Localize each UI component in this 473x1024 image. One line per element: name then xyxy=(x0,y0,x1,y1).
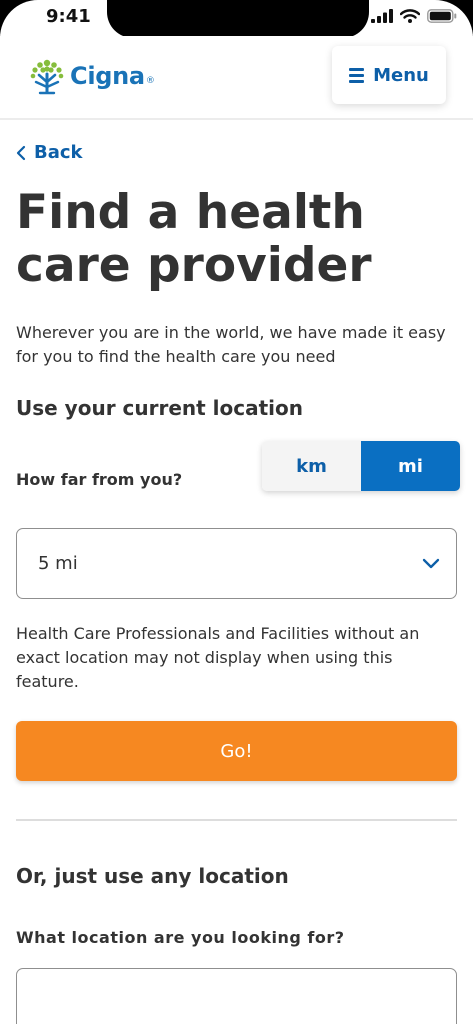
section-divider xyxy=(16,819,457,821)
status-icons xyxy=(371,9,457,23)
unit-toggle: km mi xyxy=(262,441,460,491)
back-label: Back xyxy=(34,142,83,163)
go-button[interactable]: Go! xyxy=(16,721,457,781)
any-location-heading: Or, just use any location xyxy=(16,864,289,888)
menu-label: Menu xyxy=(373,64,429,86)
status-bar: 9:41 xyxy=(0,0,473,38)
registered-mark: ® xyxy=(145,76,155,86)
location-input[interactable] xyxy=(16,968,457,1024)
logo-text: Cigna xyxy=(70,62,145,90)
status-time: 9:41 xyxy=(46,6,91,27)
device-notch xyxy=(107,0,369,38)
distance-value: 5 mi xyxy=(38,553,78,574)
page-title: Find a health care provider xyxy=(16,185,372,293)
distance-select[interactable]: 5 mi xyxy=(16,528,457,599)
back-link[interactable]: Back xyxy=(16,142,83,163)
phone-screen: 9:41 Cigna ® Menu Back Find a health car… xyxy=(0,0,473,1024)
signal-icon xyxy=(371,9,393,23)
chevron-down-icon xyxy=(422,558,440,569)
unit-mi-option[interactable]: mi xyxy=(361,441,460,491)
location-note: Health Care Professionals and Facilities… xyxy=(16,624,420,691)
distance-label: How far from you? xyxy=(16,470,183,489)
unit-km-option[interactable]: km xyxy=(262,441,361,491)
hamburger-icon xyxy=(349,67,365,83)
intro-text: Wherever you are in the world, we have m… xyxy=(16,323,446,366)
tree-of-life-logo-icon xyxy=(30,59,64,95)
location-field-label: What location are you looking for? xyxy=(16,928,345,947)
chevron-left-icon xyxy=(16,145,26,160)
site-header: Cigna ® Menu xyxy=(0,36,473,120)
battery-icon xyxy=(427,9,457,23)
wifi-icon xyxy=(400,9,420,23)
cigna-logo[interactable]: Cigna ® xyxy=(28,56,155,96)
current-location-heading: Use your current location xyxy=(16,396,304,420)
menu-button[interactable]: Menu xyxy=(332,46,446,104)
